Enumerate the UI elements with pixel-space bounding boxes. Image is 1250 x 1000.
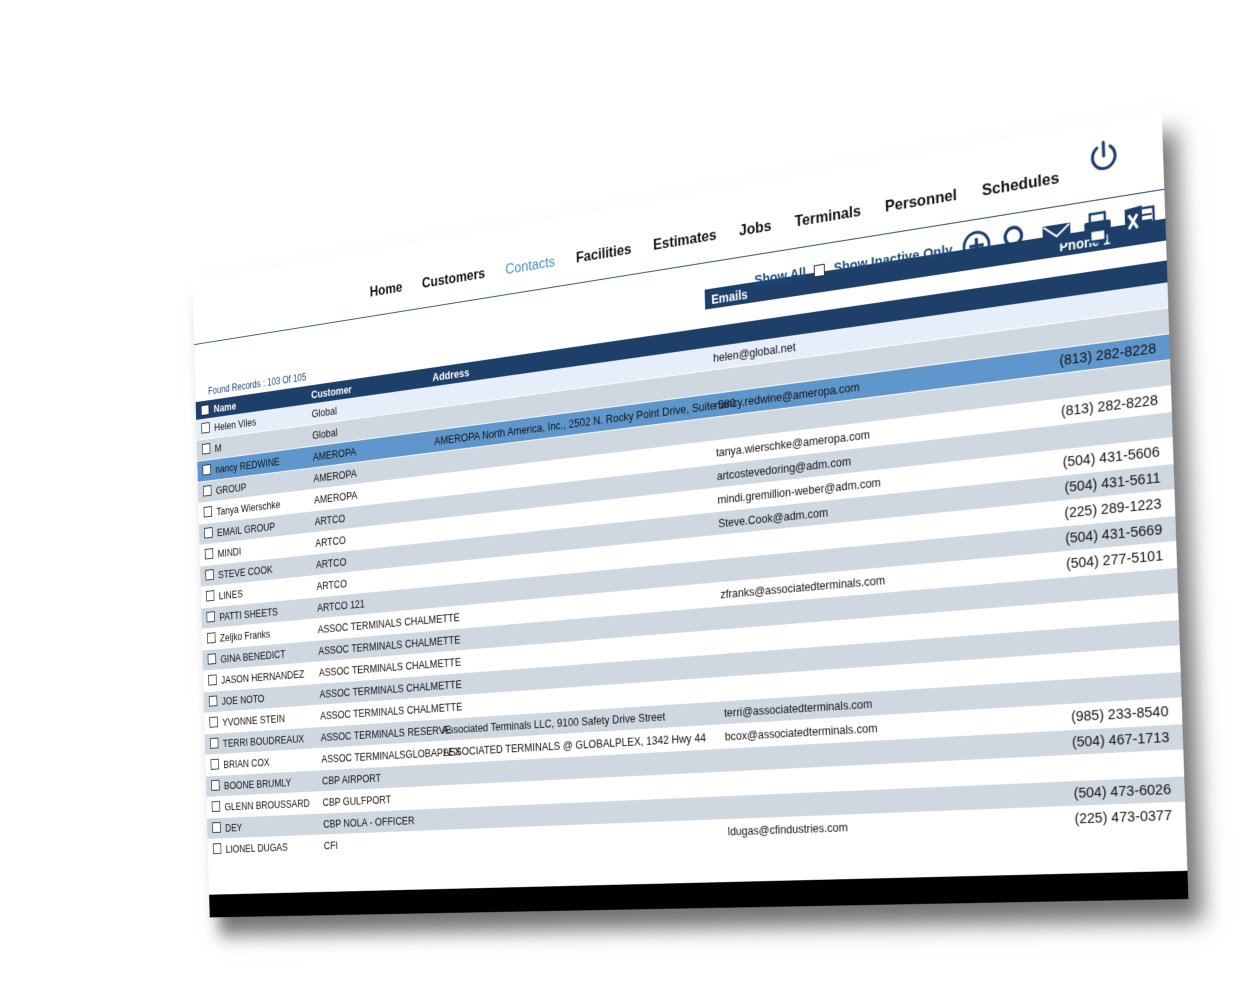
row-checkbox[interactable]	[212, 843, 222, 855]
email-cell[interactable]: ldugas@cfindustries.com	[728, 820, 849, 838]
excel-icon[interactable]	[1123, 201, 1157, 240]
row-checkbox[interactable]	[201, 422, 210, 434]
scene: Home Customers Contacts Facilities Estimates…	[0, 0, 1250, 1000]
customer-name-cell: CBP AIRPORT	[321, 771, 382, 787]
nav-jobs[interactable]: Jobs	[739, 217, 772, 241]
customer-name-cell: ARTCO 121	[316, 597, 365, 615]
customer-name-cell: ARTCO	[315, 555, 347, 571]
contact-name-cell: M	[214, 441, 222, 455]
row-checkbox[interactable]	[205, 590, 215, 602]
contacts-table-body: Helen Viles Global helen@global.net M Global…	[196, 282, 1187, 861]
show-inactive-checkbox[interactable]	[814, 263, 826, 277]
customer-name-cell: AMEROPA	[313, 466, 357, 485]
contact-name-cell: LINES	[218, 587, 243, 602]
phone-1-cell: (985) 233-8540	[1070, 703, 1169, 726]
customer-name-cell: ASSOC TERMINALSGLOBAPLEX	[321, 744, 461, 766]
contact-name-cell: LIONEL DUGAS	[225, 840, 288, 856]
nav-customers[interactable]: Customers	[422, 265, 486, 293]
nav-facilities[interactable]: Facilities	[576, 240, 632, 267]
nav-personnel[interactable]: Personnel	[885, 186, 957, 217]
contact-name-cell: EMAIL GROUP	[216, 519, 276, 539]
row-checkbox[interactable]	[201, 443, 211, 455]
contact-name-cell: PATTI SHEETS	[219, 605, 278, 624]
nav-schedules[interactable]: Schedules	[982, 168, 1060, 200]
row-checkbox[interactable]	[208, 695, 218, 707]
row-checkbox[interactable]	[204, 527, 213, 539]
row-checkbox[interactable]	[204, 548, 214, 560]
contact-name-cell: YVONNE STEIN	[222, 712, 286, 729]
contact-name-cell: GROUP	[215, 480, 247, 497]
contact-name-cell: Tanya Wierschke	[216, 497, 281, 518]
contact-name-cell: MINDI	[217, 545, 242, 560]
phone-1-cell: (504) 277-5101	[1065, 547, 1164, 573]
customer-name-cell: AMEROPA	[313, 488, 358, 507]
row-checkbox[interactable]	[203, 506, 213, 518]
power-icon[interactable]	[1087, 136, 1120, 175]
contact-name-cell: Zeljko Franks	[219, 627, 271, 645]
row-checkbox[interactable]	[202, 464, 211, 476]
contact-name-cell: GLENN BROUSSARD	[224, 796, 310, 813]
customer-name-cell: ASSOC TERMINALS RESERVE	[320, 723, 452, 744]
customer-name-cell: CBP GULFPORT	[322, 792, 392, 809]
customer-name-cell: Global	[312, 425, 338, 442]
contact-name-cell: BOONE BRUMLY	[223, 776, 292, 792]
nav-home[interactable]: Home	[370, 279, 403, 301]
customer-name-cell: Global	[311, 404, 338, 421]
row-checkbox[interactable]	[209, 737, 219, 749]
row-checkbox[interactable]	[207, 653, 217, 665]
nav-terminals[interactable]: Terminals	[794, 202, 861, 232]
phone-1-cell: (504) 467-1713	[1071, 728, 1170, 751]
show-inactive-label: Show Inactive Only	[833, 241, 953, 276]
contact-name-cell: DEY	[224, 821, 243, 835]
row-checkbox[interactable]	[206, 611, 216, 623]
email-cell[interactable]: terri@associatedterminals.com	[724, 697, 873, 720]
email-cell[interactable]: bcox@associatedterminals.com	[725, 721, 878, 743]
row-checkbox[interactable]	[205, 569, 214, 581]
add-icon[interactable]	[961, 227, 992, 264]
row-checkbox[interactable]	[210, 758, 220, 770]
row-checkbox[interactable]	[209, 716, 218, 728]
customer-name-cell: ARTCO	[315, 533, 346, 550]
nav-estimates[interactable]: Estimates	[653, 226, 717, 255]
contact-name-cell: JASON HERNANDEZ	[220, 667, 305, 687]
select-all-checkbox[interactable]	[200, 404, 210, 416]
name-column-header[interactable]: Name	[213, 400, 236, 415]
contact-name-cell: TERRI BOUDREAUX	[222, 732, 305, 750]
emails-column-header: Emails	[711, 286, 748, 307]
phone-1-cell: (504) 473-6026	[1073, 781, 1172, 802]
row-checkbox[interactable]	[208, 674, 217, 686]
show-all-link[interactable]: Show All	[754, 264, 806, 288]
nav-contacts[interactable]: Contacts	[505, 253, 555, 279]
contact-name-cell: JOE NOTO	[221, 692, 265, 708]
search-icon[interactable]	[1000, 221, 1032, 259]
contact-name-cell: STEVE COOK	[218, 563, 273, 581]
row-checkbox[interactable]	[207, 632, 216, 644]
customer-name-cell: ARTCO	[316, 577, 348, 593]
row-checkbox[interactable]	[212, 822, 221, 833]
contact-name-cell: Helen Viles	[213, 415, 257, 434]
row-checkbox[interactable]	[211, 779, 220, 791]
customer-name-cell: ARTCO	[314, 511, 346, 528]
customer-name-cell: CFI	[323, 838, 339, 852]
customer-name-cell: CBP NOLA - OFFICER	[323, 813, 415, 831]
row-checkbox[interactable]	[203, 485, 212, 497]
print-icon[interactable]	[1081, 208, 1114, 246]
phone-1-cell: (504) 431-5669	[1064, 521, 1163, 548]
row-checkbox[interactable]	[211, 800, 221, 812]
phone-1-cell: (225) 473-0377	[1074, 807, 1173, 828]
contact-name-cell: BRIAN COX	[223, 755, 270, 771]
contacts-app-window: Home Customers Contacts Facilities Estimates…	[192, 111, 1189, 918]
customer-name-cell: AMEROPA	[312, 445, 357, 464]
mail-icon[interactable]	[1040, 214, 1073, 252]
contact-name-cell: GINA BENEDICT	[220, 647, 286, 666]
